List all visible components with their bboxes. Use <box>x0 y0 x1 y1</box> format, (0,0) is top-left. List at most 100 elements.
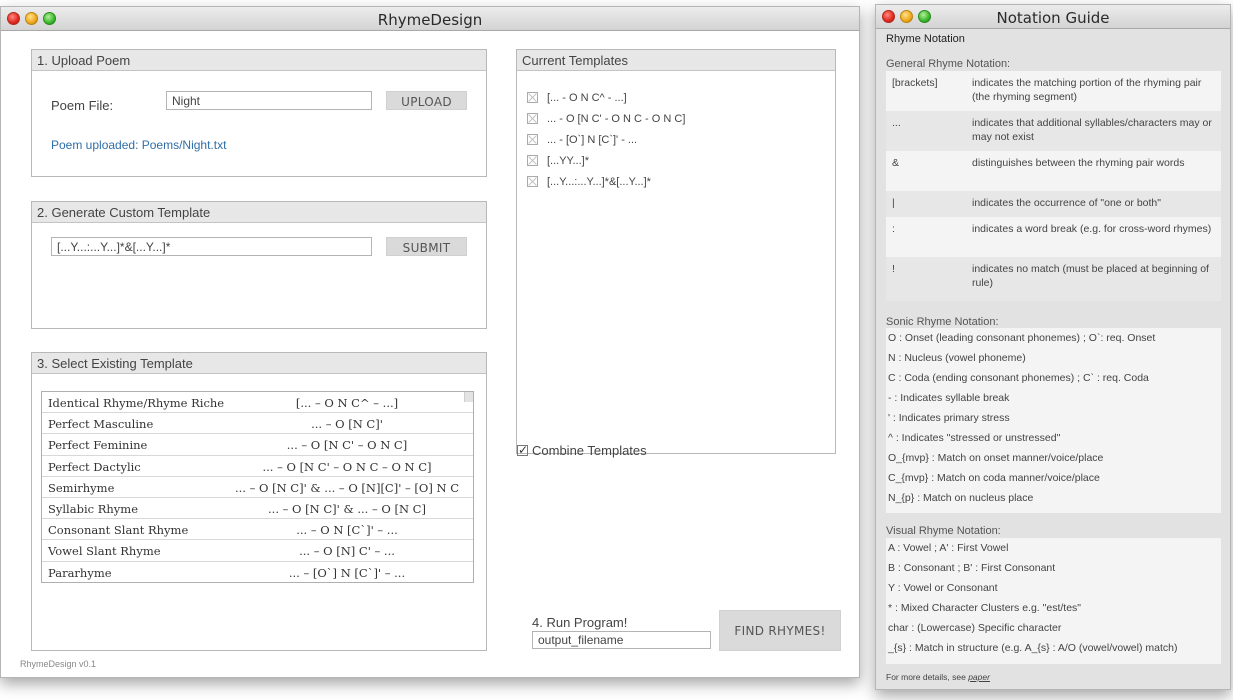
sonic-notation-line: O_{mvp} : Match on onset manner/voice/pl… <box>888 452 1104 464</box>
list-item[interactable]: Perfect Dactylic ... – O [N C' – O N C – … <box>42 456 473 477</box>
output-filename-input[interactable]: output_filename <box>532 631 711 649</box>
template-checkbox[interactable] <box>527 176 538 187</box>
find-rhymes-button[interactable]: FIND RHYMES! <box>719 610 841 651</box>
current-template-item[interactable]: [... - O N C^ - ...] <box>527 92 685 113</box>
notation-description: indicates the occurrence of "one or both… <box>972 197 1161 209</box>
custom-template-input[interactable]: [...Y...:...Y...]*&[...Y...]* <box>51 237 372 256</box>
submit-button[interactable]: SUBMIT <box>386 237 467 256</box>
combine-templates-label: Combine Templates <box>532 443 647 458</box>
panel-header: 3. Select Existing Template <box>32 353 486 374</box>
list-item[interactable]: Vowel Slant Rhyme ... – O [N] C' – ... <box>42 540 473 562</box>
list-item[interactable]: Consonant Slant Rhyme ... – O N [C`]' – .… <box>42 519 473 541</box>
notation-symbol: | <box>892 197 895 209</box>
sonic-notation-line: C : Coda (ending consonant phonemes) ; C… <box>888 372 1149 384</box>
notation-symbol: ... <box>892 117 901 129</box>
notation-row: ! indicates no match (must be placed at b… <box>886 257 1221 301</box>
list-item[interactable]: Pararhyme ... – [O`] N [C`]' – ... <box>42 562 473 582</box>
custom-template-panel: 2. Generate Custom Template [...Y...:...… <box>31 201 487 329</box>
template-checkbox[interactable] <box>527 134 538 145</box>
visual-notation-line: _{s} : Match in structure (e.g. A_{s} : … <box>888 642 1178 654</box>
version-label: RhymeDesign v0.1 <box>20 659 97 669</box>
rhymedesign-window: RhymeDesign 1. Upload Poem Poem File: Ni… <box>0 6 860 678</box>
panel-header: 1. Upload Poem <box>32 50 486 71</box>
notation-guide-window: Notation Guide Rhyme Notation General Rh… <box>875 4 1231 690</box>
sonic-notation-line: ' : Indicates primary stress <box>888 412 1010 424</box>
list-item[interactable]: Perfect Feminine ... – O [N C' – O N C] <box>42 434 473 456</box>
visual-notation-line: char : (Lowercase) Specific character <box>888 622 1062 634</box>
template-pattern: ... – O [N C]' & ... – O [N][C]' – [O] N… <box>234 480 460 495</box>
panel-header: 2. Generate Custom Template <box>32 202 486 223</box>
window-title: Notation Guide <box>996 9 1110 27</box>
template-name: Perfect Masculine <box>48 417 154 432</box>
list-item[interactable]: Semirhyme ... – O [N C]' & ... – O [N][C]… <box>42 477 473 498</box>
template-pattern: ... – O [N C]' <box>311 417 383 432</box>
template-pattern: ... – [O`] N [C`]' – ... <box>288 565 406 580</box>
template-name: Pararhyme <box>48 565 112 580</box>
paper-link[interactable]: paper <box>968 672 990 682</box>
notation-symbol: & <box>892 157 900 169</box>
template-pattern: ... – O [N] C' – ... <box>299 544 395 559</box>
list-item[interactable]: Perfect Masculine ... – O [N C]' <box>42 413 473 435</box>
combine-templates-checkbox[interactable]: Combine Templates <box>517 443 647 458</box>
template-text: [...YY...]* <box>547 155 589 167</box>
template-pattern: ... – O [N C]' & ... – O [N C] <box>268 501 426 516</box>
notation-description: indicates a word break (e.g. for cross-w… <box>972 223 1212 235</box>
sonic-notation-line: C_{mvp} : Match on coda manner/voice/pla… <box>888 472 1100 484</box>
notation-row: ... indicates that additional syllables/c… <box>886 111 1221 151</box>
template-text: [...Y...:...Y...]*&[...Y...]* <box>547 176 651 188</box>
template-name: Syllabic Rhyme <box>48 501 138 516</box>
guide-window-body: Rhyme Notation General Rhyme Notation: [… <box>876 30 1230 689</box>
template-pattern: ... – O [N C' – O N C] <box>286 438 408 453</box>
notation-symbol: [brackets] <box>892 77 938 89</box>
visual-notation-line: A : Vowel ; A' : First Vowel <box>888 542 1009 554</box>
main-titlebar[interactable]: RhymeDesign <box>1 7 859 31</box>
existing-template-panel: 3. Select Existing Template Identical Rh… <box>31 352 487 651</box>
window-title: RhymeDesign <box>377 11 483 29</box>
notation-symbol: : <box>892 223 895 235</box>
list-item[interactable]: Identical Rhyme/Rhyme Riche [... – O N C^… <box>42 392 473 414</box>
template-checkbox[interactable] <box>527 155 538 166</box>
poem-file-input[interactable]: Night <box>166 91 372 110</box>
guide-titlebar[interactable]: Notation Guide <box>876 5 1230 29</box>
visual-notation-label: Visual Rhyme Notation: <box>886 525 1001 537</box>
notation-row: : indicates a word break (e.g. for cross-… <box>886 217 1221 257</box>
template-pattern: ... – O N [C`]' – ... <box>296 523 398 538</box>
list-item[interactable]: Syllabic Rhyme ... – O [N C]' & ... – O [… <box>42 498 473 520</box>
current-template-item[interactable]: ... - [O`] N [C`]' - ... <box>527 134 685 155</box>
current-template-item[interactable]: [...YY...]* <box>527 155 685 176</box>
sonic-notation-label: Sonic Rhyme Notation: <box>886 316 999 328</box>
template-text: [... - O N C^ - ...] <box>547 92 627 104</box>
current-template-list: [... - O N C^ - ...] ... - O [N C' - O N… <box>527 92 685 197</box>
template-name: Identical Rhyme/Rhyme Riche <box>48 396 225 410</box>
guide-footer: For more details, see paper <box>886 672 990 682</box>
upload-button[interactable]: UPLOAD <box>386 91 467 110</box>
current-template-item[interactable]: [...Y...:...Y...]*&[...Y...]* <box>527 176 685 197</box>
notation-description: indicates the matching portion of the rh… <box>972 77 1202 103</box>
notation-row: | indicates the occurrence of "one or bot… <box>886 191 1221 217</box>
visual-notation-line: Y : Vowel or Consonant <box>888 582 998 594</box>
template-checkbox[interactable] <box>527 113 538 124</box>
panel-header: Current Templates <box>517 50 835 71</box>
sonic-notation-line: ^ : Indicates "stressed or unstressed" <box>888 432 1061 444</box>
check-icon[interactable] <box>517 443 528 457</box>
template-pattern: [... – O N C^ – ...] <box>295 396 399 410</box>
template-name: Semirhyme <box>48 480 115 495</box>
notation-row: & distinguishes between the rhyming pair … <box>886 151 1221 191</box>
run-program-label: 4. Run Program! <box>532 615 628 630</box>
template-name: Vowel Slant Rhyme <box>48 544 161 559</box>
footer-text: For more details, see <box>886 672 969 682</box>
notation-description: indicates that additional syllables/char… <box>972 117 1212 143</box>
existing-template-list[interactable]: Identical Rhyme/Rhyme Riche [... – O N C^… <box>41 391 474 583</box>
template-text: ... - O [N C' - O N C - O N C] <box>547 113 686 125</box>
notation-description: indicates no match (must be placed at be… <box>972 263 1209 289</box>
template-name: Consonant Slant Rhyme <box>48 523 189 538</box>
poem-file-label: Poem File: <box>51 98 114 113</box>
current-template-item[interactable]: ... - O [N C' - O N C - O N C] <box>527 113 685 134</box>
template-checkbox[interactable] <box>527 92 538 103</box>
template-pattern: ... – O [N C' – O N C – O N C] <box>262 459 432 474</box>
current-templates-panel: Current Templates [... - O N C^ - ...] .… <box>516 49 836 454</box>
sonic-notation-line: N_{p} : Match on nucleus place <box>888 492 1034 504</box>
sonic-notation-line: - : Indicates syllable break <box>888 392 1010 404</box>
sonic-notation-line: O : Onset (leading consonant phonemes) ;… <box>888 332 1156 344</box>
visual-notation-line: * : Mixed Character Clusters e.g. "est/t… <box>888 602 1082 614</box>
